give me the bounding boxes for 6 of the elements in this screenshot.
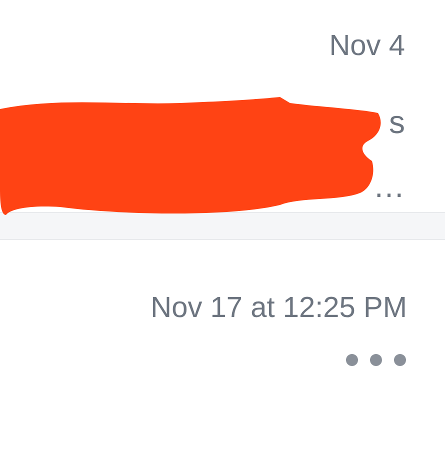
more-icon [345,353,407,367]
message-date: Nov 4 [329,30,405,63]
more-options-button[interactable] [345,353,407,367]
message-preview-text: s [389,103,405,141]
message-date: Nov 17 at 12:25 PM [150,292,407,325]
message-preview-text: … [373,167,405,205]
